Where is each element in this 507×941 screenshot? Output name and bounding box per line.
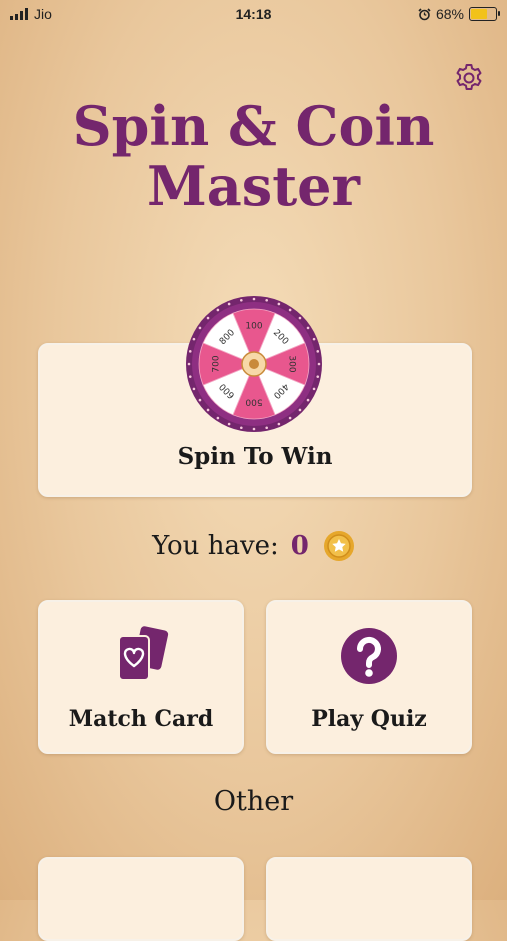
wheel-rim-dot [216,416,220,420]
match-card-button[interactable]: Match Card [38,600,244,754]
wheel-value-label: 700 [212,355,222,372]
gear-icon[interactable] [453,62,485,94]
wheel-rim-dot [252,297,256,301]
alarm-icon [418,7,431,20]
wheel-rim-dot [240,298,243,302]
wheel-value-label: 500 [245,397,262,407]
play-quiz-label: Play Quiz [311,706,427,732]
cards-heart-icon [118,626,169,681]
wheel-value-label: 100 [245,322,262,332]
wheel-rim-dot [192,337,196,341]
wheel-rim-dot [206,408,210,412]
app-title-line1: Spin & Coin [72,94,435,158]
wheel-rim-dot [317,362,321,366]
app-title-line2: Master [147,154,360,218]
coin-balance-prefix: You have: [152,531,279,561]
wheel-rim-dot [277,302,281,306]
wheel-rim-dot [227,302,231,306]
battery-percent: 68% [435,6,464,22]
wheel-rim-dot [206,316,210,320]
wheel-rim-dot [316,350,320,353]
wheel-rim-dot [252,427,256,431]
spin-to-win-label: Spin To Win [177,443,333,470]
other-card[interactable] [38,857,244,941]
wheel-rim-dot [198,326,202,330]
wheel-rim-dot [298,316,302,320]
status-right: 68% [418,6,500,22]
wheel-rim-dot [188,375,192,378]
battery-fill [471,9,488,19]
match-card-label: Match Card [68,706,214,732]
wheel-rim-dot [227,422,231,426]
wheel-rim-dot [288,308,292,312]
coin-count: 0 [290,531,309,561]
coin-icon [323,531,354,561]
wheel-rim-dot [240,426,243,430]
battery-icon [469,7,500,21]
wheel-rim-dot [312,387,316,391]
wheel-rim-dot [198,398,202,402]
wheel-rim-dot [192,387,196,391]
question-icon [341,628,397,684]
wheel-rim-dot [288,416,292,420]
status-bar: Jio 14:18 68% [0,0,507,28]
wheel-rim-dot [277,422,281,426]
wheel-rim-dot [316,375,320,378]
wheel-rim-dot [187,362,191,366]
wheel-rim-dot [265,298,268,302]
wheel-rim-dot [306,398,310,402]
other-card[interactable] [266,857,472,941]
wheel-rim-dot [216,308,220,312]
wheel-rim-dot [312,337,316,341]
play-quiz-button[interactable]: Play Quiz [266,600,472,754]
wheel-rim-dot [298,408,302,412]
other-section-title: Other [213,786,294,817]
spin-wheel-icon[interactable]: 100200300400500600700800 [184,294,324,434]
coin-balance-row: You have: 0 [0,530,507,562]
wheel-rim-dot [188,350,192,353]
wheel-rim-dot [265,426,268,430]
wheel-value-label: 300 [287,355,297,372]
wheel-rim-dot [306,326,310,330]
